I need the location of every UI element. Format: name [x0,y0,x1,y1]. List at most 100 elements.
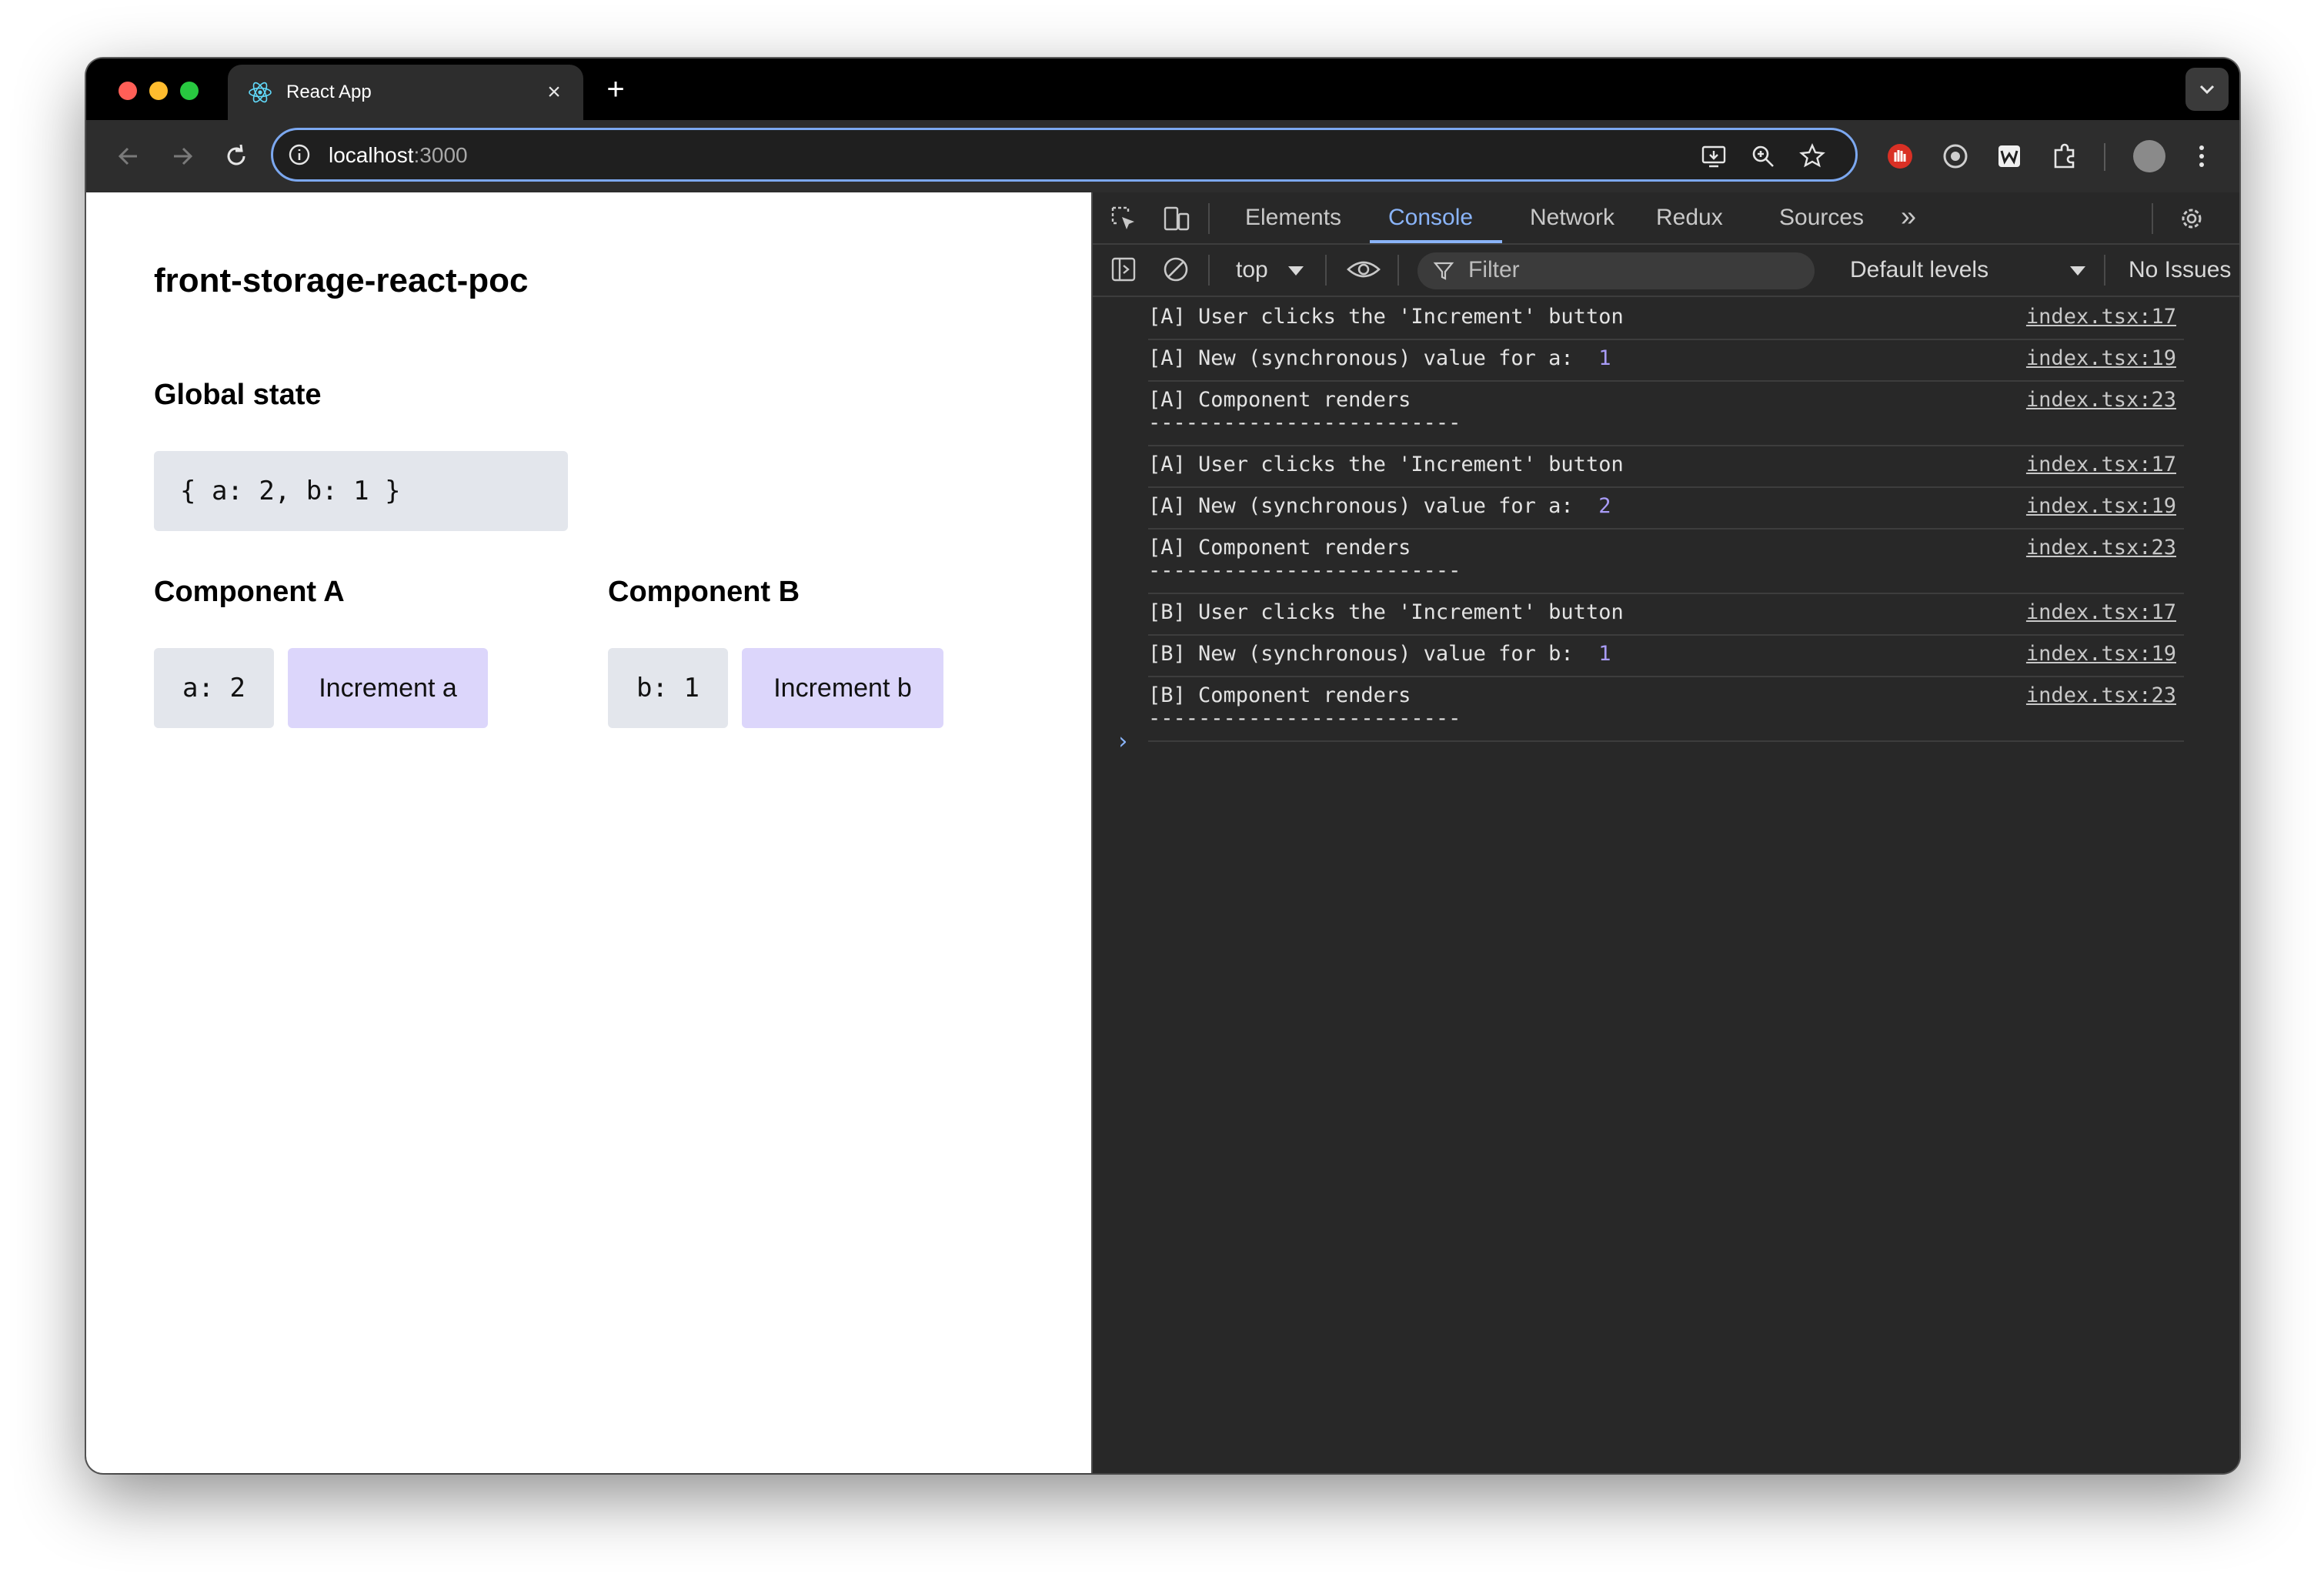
levels-dropdown-icon[interactable] [2062,256,2093,286]
console-log-row: [A] User clicks the 'Increment' button in… [1148,445,2184,488]
component-b-heading: Component B [608,576,800,608]
tab-elements[interactable]: Elements [1245,205,1341,231]
device-toolbar-icon[interactable] [1160,203,1191,234]
more-tabs-icon[interactable]: » [1901,200,1916,232]
tab-divider [2152,203,2153,234]
log-separator-line: ------------------------- [1148,707,1461,730]
log-message: [A] User clicks the 'Increment' button [1148,453,1624,476]
console-log-row: [B] User clicks the 'Increment' button in… [1148,593,2184,636]
log-separator-line: ------------------------- [1148,411,1461,435]
extension-stop-icon[interactable] [1882,139,1918,174]
global-state-heading: Global state [154,379,322,411]
chevron-down-icon [2199,85,2215,95]
log-text: [A] New (synchronous) value for a: [1148,494,1599,518]
log-message: [B] Component renders [1148,683,1411,707]
log-text: [B] New (synchronous) value for b: [1148,642,1599,666]
close-window-button[interactable] [119,82,137,100]
sidebar-toggle-icon[interactable] [1108,254,1139,285]
page-viewport: front-storage-react-poc Global state { a… [86,192,1091,1473]
tab-redux[interactable]: Redux [1656,205,1723,231]
devtools-menu-icon[interactable] [2230,203,2239,234]
log-source-link[interactable]: index.tsx:19 [2026,346,2176,370]
menu-kebab-icon[interactable] [2184,139,2219,174]
log-message: [B] User clicks the 'Increment' button [1148,600,1624,624]
filter-funnel-icon [1433,262,1454,280]
filter-input[interactable]: Filter [1417,252,1815,289]
browser-window: React App × + localhost:3000 front-stora… [86,58,2239,1473]
maximize-window-button[interactable] [180,82,199,100]
console-log-row: [A] Component renders -------------------… [1148,528,2184,594]
log-message: [A] Component renders [1148,388,1411,412]
console-prompt-icon[interactable]: › [1116,728,1130,755]
react-logo-icon [249,82,272,103]
devtools-tab-bar: Elements Console Network Redux Sources » [1093,192,2239,245]
url-text: localhost:3000 [329,143,468,167]
zoom-icon[interactable] [1748,141,1778,172]
tab-network[interactable]: Network [1530,205,1614,231]
install-app-icon[interactable] [1698,141,1729,172]
log-source-link[interactable]: index.tsx:23 [2026,388,2176,412]
new-tab-button[interactable]: + [597,71,634,108]
context-selector[interactable]: top [1236,257,1268,283]
log-number-value: 2 [1598,494,1611,518]
log-message: [A] New (synchronous) value for a: 1 [1148,346,1611,370]
increment-a-button[interactable]: Increment a [288,648,488,728]
log-separator-line: ------------------------- [1148,559,1461,583]
console-log-row: [A] User clicks the 'Increment' button in… [1148,297,2184,340]
toolbar-divider [2104,143,2105,171]
tab-title: React App [286,82,372,102]
extension-target-icon[interactable] [1938,139,1973,174]
log-source-link[interactable]: index.tsx:19 [2026,642,2176,666]
active-tab-indicator [1370,240,1502,243]
log-message: [A] User clicks the 'Increment' button [1148,305,1624,329]
toolbar-divider [2104,255,2105,286]
console-log-row: [A] Component renders -------------------… [1148,380,2184,446]
log-source-link[interactable]: index.tsx:23 [2026,683,2176,707]
extensions-puzzle-icon[interactable] [2047,139,2082,174]
site-info-icon[interactable] [287,142,312,167]
tab-console[interactable]: Console [1388,205,1473,231]
clear-console-icon[interactable] [1160,254,1191,285]
component-b-value: b: 1 [608,648,728,728]
log-levels-dropdown[interactable]: Default levels [1850,257,1988,283]
browser-tab[interactable]: React App × [228,65,583,120]
tab-search-button[interactable] [2185,68,2229,111]
tab-divider [1208,203,1210,234]
log-message: [A] Component renders [1148,536,1411,560]
devtools-panel: Elements Console Network Redux Sources » [1091,192,2239,1473]
back-arrow-icon[interactable] [108,135,149,177]
log-source-link[interactable]: index.tsx:17 [2026,305,2176,329]
tab-sources[interactable]: Sources [1779,205,1864,231]
tab-close-icon[interactable]: × [539,77,569,108]
component-a-value: a: 2 [154,648,274,728]
settings-gear-icon[interactable] [2176,203,2207,234]
filter-placeholder: Filter [1468,257,1520,282]
log-source-link[interactable]: index.tsx:23 [2026,536,2176,560]
minimize-window-button[interactable] [149,82,168,100]
log-number-value: 1 [1598,642,1611,666]
console-toolbar: top Filter Default levels No Issues [1093,245,2239,297]
increment-b-button[interactable]: Increment b [742,648,943,728]
forward-arrow-icon[interactable] [162,135,203,177]
bookmark-star-icon[interactable] [1797,141,1828,172]
console-log-row: [A] New (synchronous) value for a: 1 inde… [1148,339,2184,382]
profile-avatar[interactable] [2133,140,2165,172]
inspect-element-icon[interactable] [1108,203,1139,234]
console-log-row: [B] Component renders -------------------… [1148,676,2184,742]
toolbar-divider [1397,255,1399,286]
live-expression-eye-icon[interactable] [1345,254,1382,285]
browser-toolbar: localhost:3000 [86,120,2239,192]
toolbar-divider [1208,255,1210,286]
log-source-link[interactable]: index.tsx:17 [2026,600,2176,624]
address-bar[interactable]: localhost:3000 [271,128,1858,182]
context-dropdown-icon[interactable] [1281,256,1311,286]
issues-counter[interactable]: No Issues [2129,257,2231,283]
extension-w-icon[interactable] [1992,139,2027,174]
console-log-row: [B] New (synchronous) value for b: 1 inde… [1148,634,2184,677]
log-source-link[interactable]: index.tsx:17 [2026,453,2176,476]
reload-icon[interactable] [215,135,257,177]
log-number-value: 1 [1598,346,1611,370]
global-state-value: { a: 2, b: 1 } [154,451,568,531]
log-source-link[interactable]: index.tsx:19 [2026,494,2176,518]
toolbar-divider [1325,255,1327,286]
